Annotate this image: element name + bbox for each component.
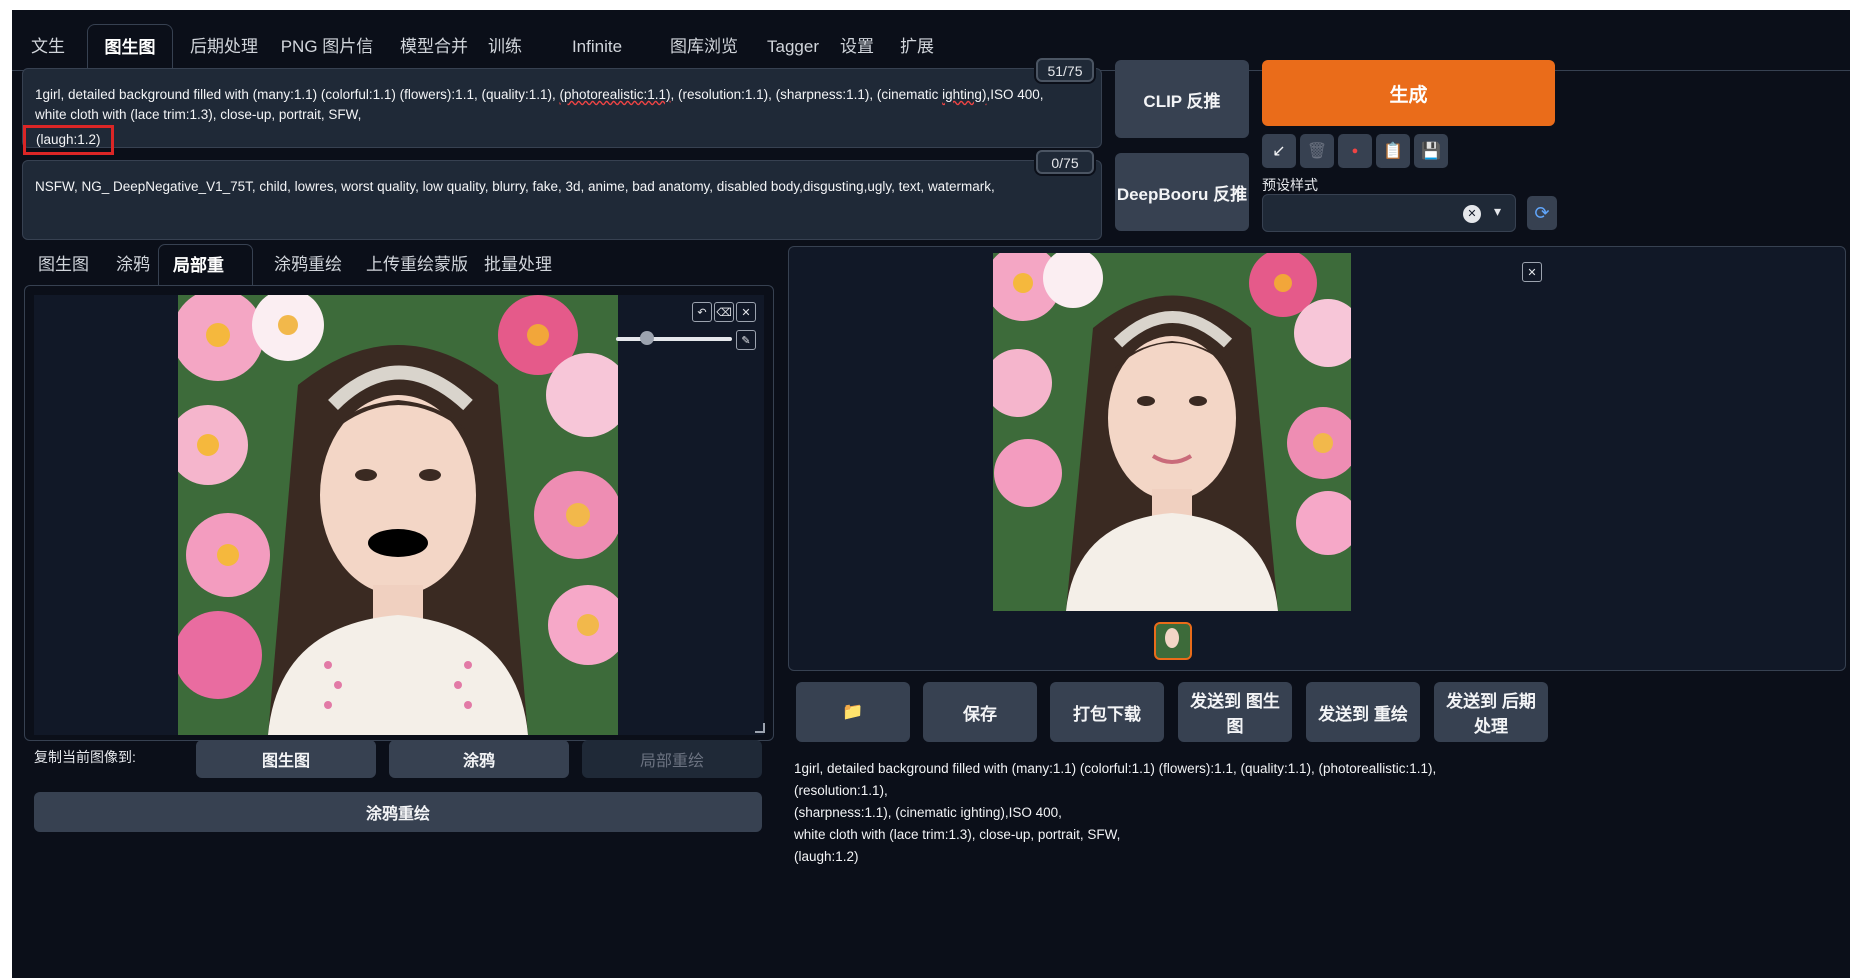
top-tab-bar: 文生图 图生图 后期处理 PNG 图片信息 模型合并 训练 Infinite Z…	[12, 24, 1850, 102]
prompt-line-1: 1girl, detailed background filled with (…	[35, 87, 1044, 102]
clip-interrogate-button[interactable]: CLIP 反推	[1115, 60, 1249, 138]
tab-extensions[interactable]: 扩展	[884, 24, 950, 70]
prompt-line-3-highlight: (laugh:1.2)	[23, 125, 114, 155]
refresh-styles-icon[interactable]: ⟳	[1527, 196, 1557, 230]
output-thumbnail[interactable]	[1154, 622, 1192, 660]
info-line-4: (laugh:1.2)	[794, 849, 859, 864]
portrait-illustration	[178, 295, 618, 735]
info-line-3: white cloth with (lace trim:1.3), close-…	[794, 827, 1121, 842]
gallery-close-icon[interactable]: ✕	[1522, 262, 1542, 282]
prompt-token-counter: 51/75	[1036, 58, 1094, 82]
trash-icon[interactable]: 🗑	[1300, 134, 1334, 168]
save-button[interactable]: 保存	[923, 682, 1037, 742]
copy-to-inpaint-sketch-button[interactable]: 涂鸦重绘	[34, 792, 762, 832]
open-folder-icon[interactable]: 📁	[796, 682, 910, 742]
tab-checkpoint-merger[interactable]: 模型合并	[384, 24, 484, 70]
inpaint-mask-stroke	[368, 529, 428, 557]
resize-handle-icon[interactable]	[755, 723, 765, 733]
undo-icon[interactable]: ↶	[692, 302, 712, 322]
tab-batch[interactable]: 批量处理	[470, 244, 566, 286]
tab-tagger[interactable]: Tagger	[752, 24, 834, 70]
tab-infinite-zoom[interactable]: Infinite Zoom	[534, 24, 660, 102]
prompt-line-2: white cloth with (lace trim:1.3), close-…	[35, 107, 362, 122]
input-image[interactable]	[178, 295, 618, 735]
copy-to-sketch-button[interactable]: 涂鸦	[389, 740, 569, 778]
negative-prompt-input[interactable]: NSFW, NG_ DeepNegative_V1_75T, child, lo…	[22, 160, 1102, 240]
extra-networks-icon[interactable]: ●	[1338, 134, 1372, 168]
tab-settings[interactable]: 设置	[824, 24, 890, 70]
tab-img2img[interactable]: 图生图	[87, 24, 173, 70]
tab-txt2img[interactable]: 文生图	[12, 24, 84, 102]
prompt-input[interactable]: 1girl, detailed background filled with (…	[22, 68, 1102, 155]
tab-inpaint[interactable]: 局部重绘	[158, 244, 253, 317]
copy-to-label: 复制当前图像到:	[34, 749, 136, 765]
clipboard-icon[interactable]: 📋	[1376, 134, 1410, 168]
brush-icon[interactable]: ✎	[736, 330, 756, 350]
copy-to-inpaint-button[interactable]: 局部重绘	[582, 740, 762, 778]
img2img-mode-tabs: 图生图 涂鸦 局部重绘 涂鸦重绘 上传重绘蒙版 批量处理	[24, 244, 774, 317]
read-params-icon[interactable]: ↙	[1262, 134, 1296, 168]
zip-download-button[interactable]: 打包下载	[1050, 682, 1164, 742]
tab-png-info[interactable]: PNG 图片信息	[264, 24, 390, 102]
send-to-inpaint-button[interactable]: 发送到 重绘	[1306, 682, 1420, 742]
brush-size-handle[interactable]	[640, 331, 654, 345]
info-line-2: (sharpness:1.1), (cinematic ighting),ISO…	[794, 805, 1062, 820]
send-to-extras-button[interactable]: 发送到 后期处理	[1434, 682, 1548, 742]
tab-train[interactable]: 训练	[472, 24, 538, 70]
clear-styles-icon[interactable]: ✕	[1463, 205, 1481, 223]
output-portrait	[993, 253, 1351, 611]
tab-inpaint-upload[interactable]: 上传重绘蒙版	[352, 244, 482, 286]
negative-token-counter: 0/75	[1036, 150, 1094, 174]
styles-label: 预设样式	[1262, 177, 1318, 193]
tab-img2img-mode[interactable]: 图生图	[24, 244, 103, 286]
tab-image-browser[interactable]: 图库浏览器	[648, 24, 760, 102]
tab-inpaint-sketch[interactable]: 涂鸦重绘	[260, 244, 356, 286]
brush-size-slider[interactable]	[616, 337, 732, 341]
generation-info: 1girl, detailed background filled with (…	[794, 758, 1494, 868]
send-to-img2img-button[interactable]: 发送到 图生图	[1178, 682, 1292, 742]
generate-button[interactable]: 生成	[1262, 60, 1555, 126]
chevron-down-icon: ▾	[1493, 203, 1501, 219]
close-icon[interactable]: ✕	[736, 302, 756, 322]
eraser-icon[interactable]: ⌫	[714, 302, 734, 322]
styles-dropdown[interactable]: ✕ ▾	[1262, 194, 1516, 232]
info-line-1: 1girl, detailed background filled with (…	[794, 761, 1437, 798]
tab-extras[interactable]: 后期处理	[174, 24, 274, 70]
save-style-icon[interactable]: 💾	[1414, 134, 1448, 168]
tab-sketch[interactable]: 涂鸦	[102, 244, 164, 286]
webui-app: 文生图 图生图 后期处理 PNG 图片信息 模型合并 训练 Infinite Z…	[12, 10, 1850, 978]
output-image[interactable]	[993, 253, 1351, 611]
copy-to-img2img-button[interactable]: 图生图	[196, 740, 376, 778]
deepbooru-interrogate-button[interactable]: DeepBooru 反推	[1115, 153, 1249, 231]
